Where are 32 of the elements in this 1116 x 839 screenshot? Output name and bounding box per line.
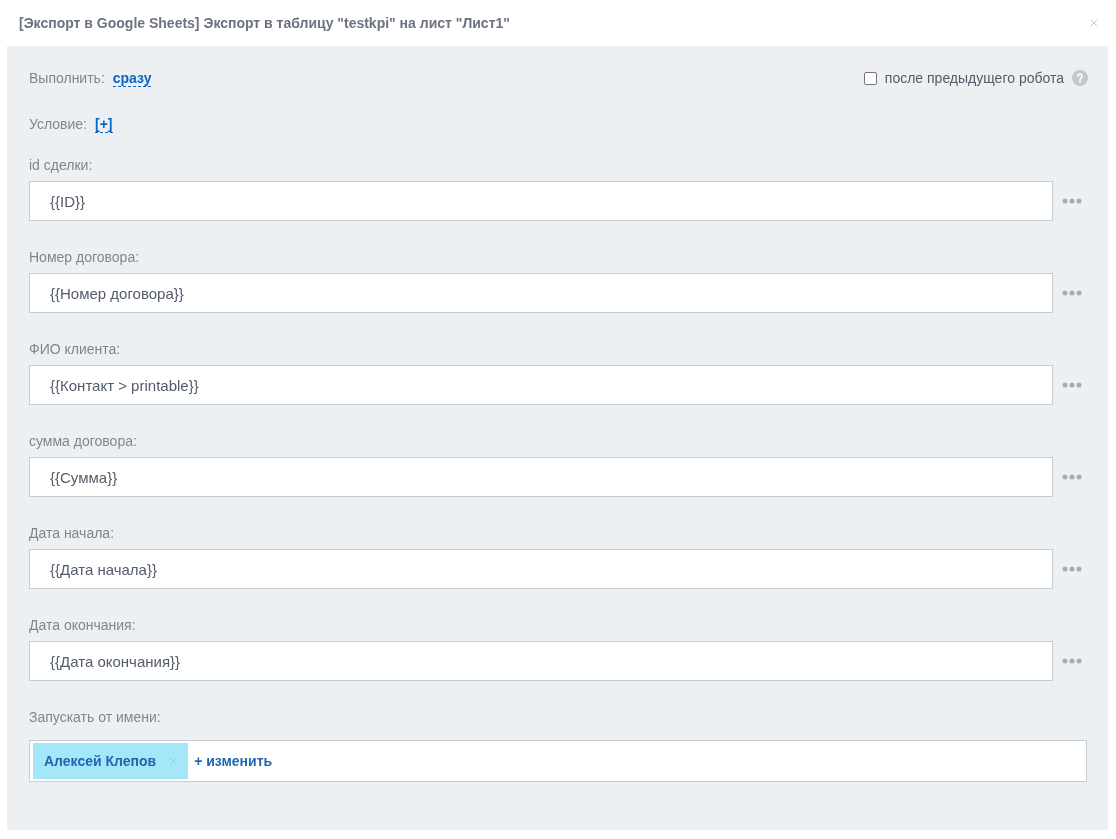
remove-icon[interactable]: [168, 755, 180, 767]
more-icon[interactable]: [1062, 382, 1082, 388]
text-field[interactable]: {{Номер договора}}: [29, 273, 1053, 313]
window-title: [Экспорт в Google Sheets] Экспорт в таблицу "testkpi" на лист "Лист1": [19, 13, 510, 33]
field-label: Дата окончания:: [29, 616, 137, 635]
text-field[interactable]: {{ID}}: [29, 181, 1053, 221]
more-icon[interactable]: [1062, 566, 1082, 572]
text-field[interactable]: {{Дата окончания}}: [29, 641, 1053, 681]
more-icon[interactable]: [1062, 658, 1082, 664]
field-label: id сделки:: [29, 156, 94, 175]
field-label: Дата начала:: [29, 524, 116, 543]
after-previous-label: после предыдущего робота: [884, 68, 1064, 88]
text-field[interactable]: {{Контакт > printable}}: [29, 365, 1053, 405]
run-as-label: Запускать от имени:: [29, 708, 162, 727]
after-previous-checkbox[interactable]: [863, 71, 877, 85]
text-field[interactable]: {{Дата начала}}: [29, 549, 1053, 589]
field-label: сумма договора:: [29, 432, 138, 451]
add-condition-link[interactable]: [+]: [95, 115, 113, 133]
condition-label: Условие:: [29, 114, 87, 134]
text-field[interactable]: {{Сумма}}: [29, 457, 1053, 497]
field-label: Номер договора:: [29, 248, 141, 267]
change-link[interactable]: + изменить: [194, 750, 273, 772]
more-icon[interactable]: [1062, 474, 1082, 480]
user-name: Алексей Клепов: [44, 751, 157, 771]
field-label: ФИО клиента:: [29, 340, 122, 359]
more-icon[interactable]: [1062, 198, 1082, 204]
execute-link[interactable]: сразу: [112, 69, 152, 87]
help-icon[interactable]: [1072, 70, 1088, 86]
close-icon[interactable]: [1088, 17, 1100, 29]
more-icon[interactable]: [1062, 290, 1082, 296]
execute-label: Выполнить:: [29, 68, 105, 88]
user-selector[interactable]: Алексей Клепов + изменить: [29, 740, 1087, 782]
